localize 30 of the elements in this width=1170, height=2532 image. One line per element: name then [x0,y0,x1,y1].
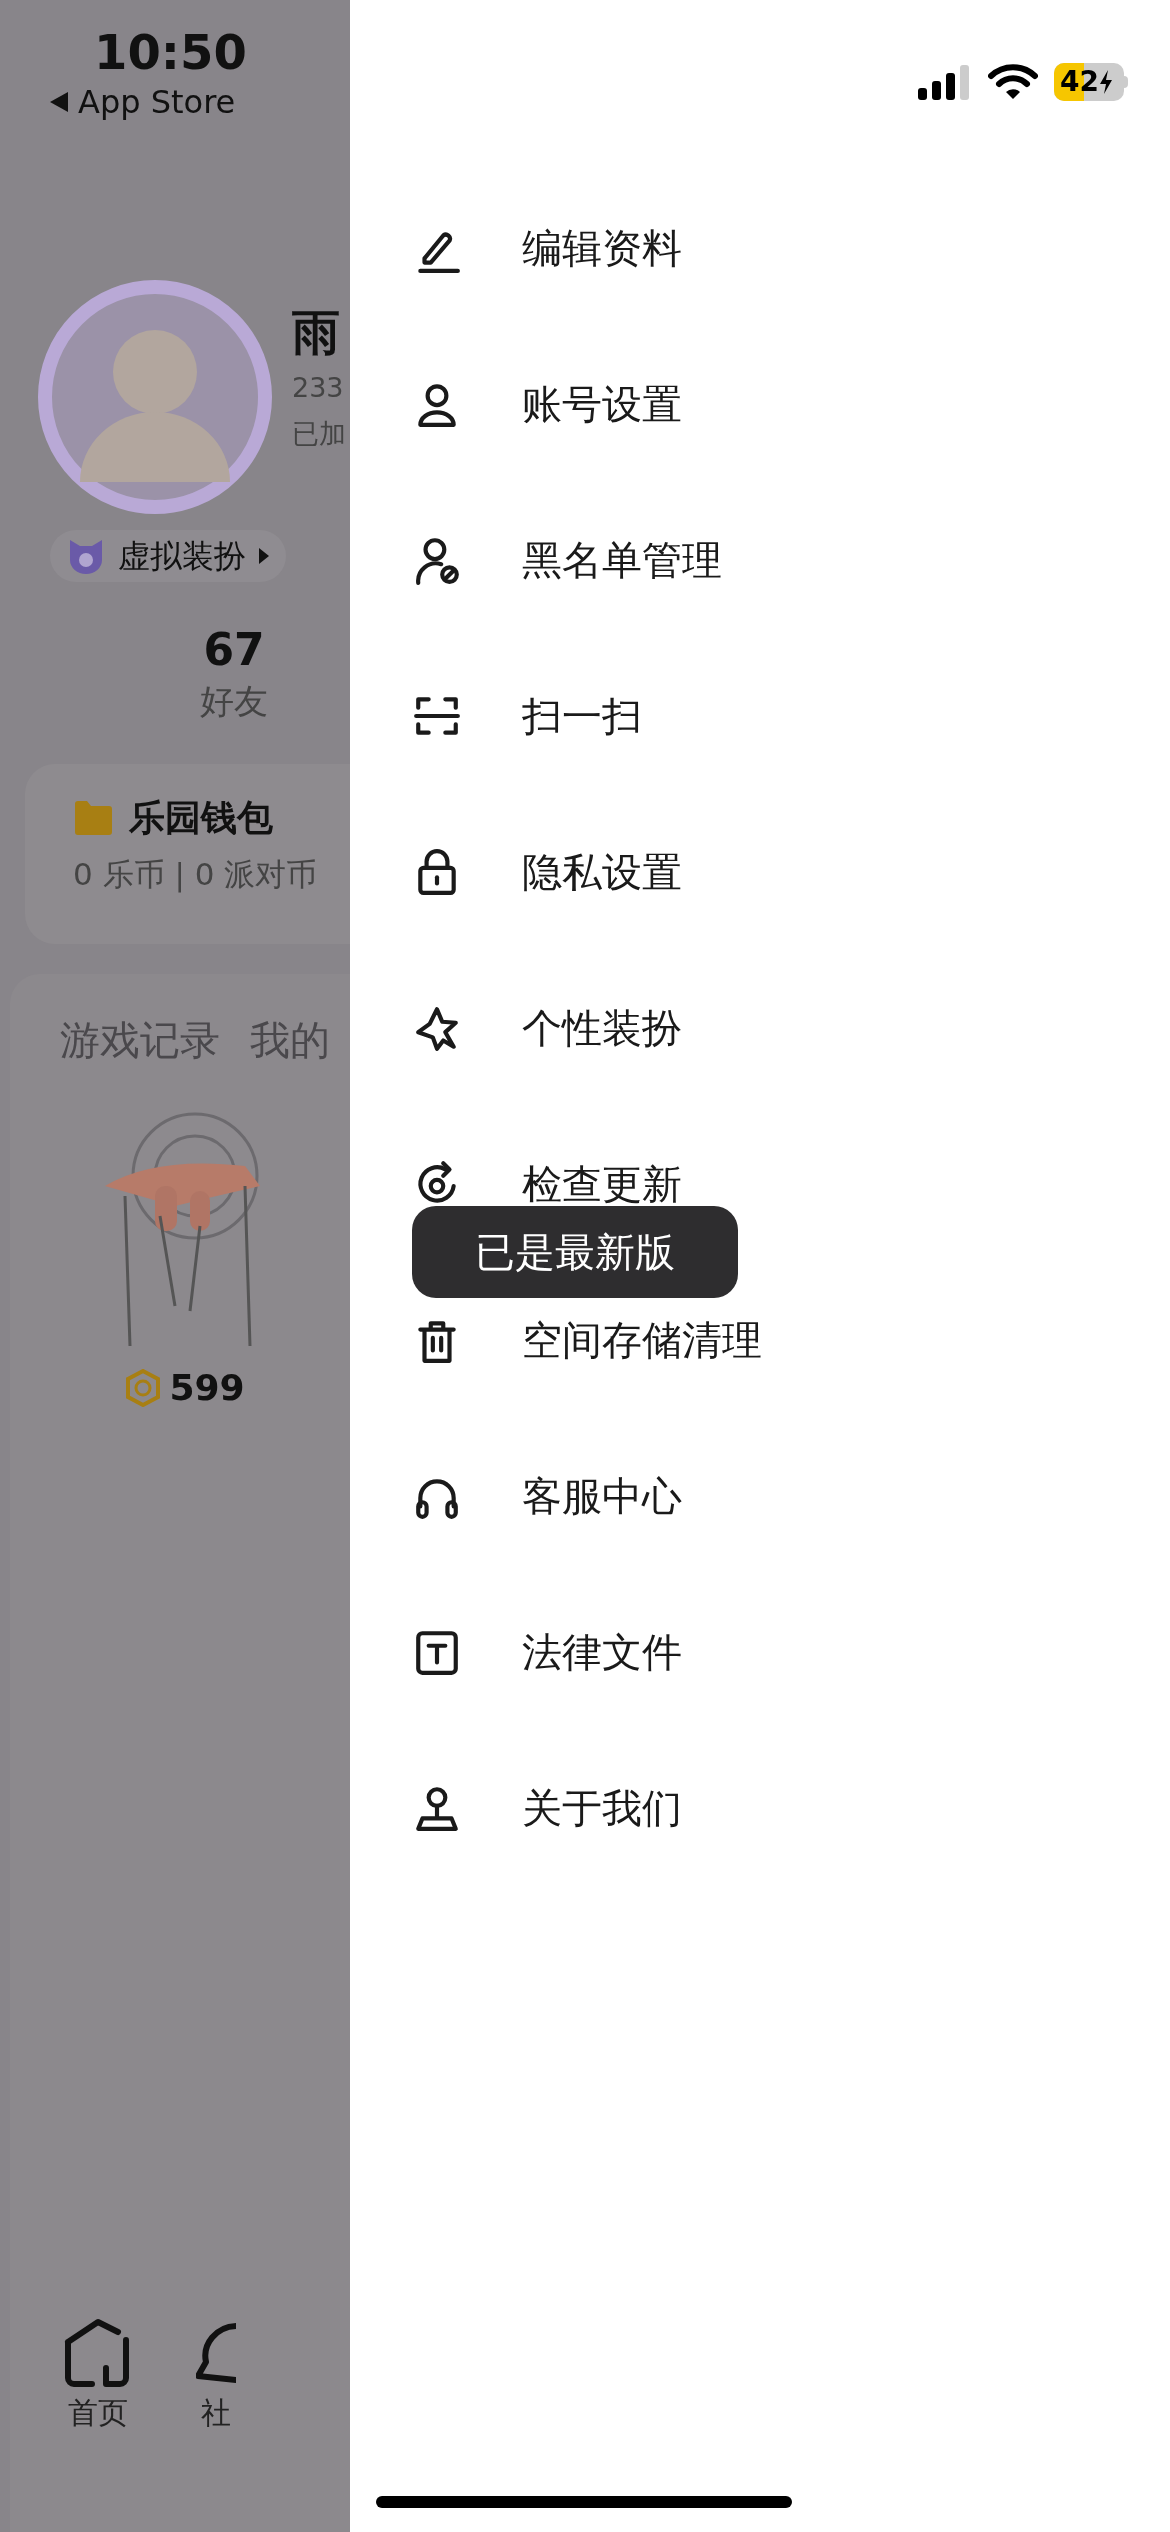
coin-icon [125,1369,162,1407]
menu-item[interactable]: 扫一扫 [412,638,1052,794]
menu-item[interactable]: 编辑资料 [412,170,1052,326]
signal-icon [918,64,972,100]
menu-item[interactable]: 个性装扮 [412,950,1052,1106]
nav-label[interactable]: 社 [201,2394,231,2432]
back-arrow-icon [48,90,70,114]
wallet-balance: 0 乐币 | 0 派对币 [73,855,319,894]
menu-item[interactable]: 客服中心 [412,1418,1052,1574]
status-time: 10:50 [94,23,247,82]
back-link[interactable]: App Store [48,82,236,122]
menu-item[interactable]: 黑名单管理 [412,482,1052,638]
stat-value: 67 [203,623,265,677]
caret-icon [258,547,270,565]
wallet-card[interactable]: 乐园钱包 0 乐币 | 0 派对币 [25,764,350,944]
game-price: 599 [169,1366,245,1410]
menu-item[interactable]: 法律文件 [412,1574,1052,1730]
user-name: 雨 [292,303,341,362]
nav-label[interactable]: 首页 [68,2394,128,2432]
stat-label: 好友 [200,680,268,723]
join-info: 已加 [292,417,346,451]
wifi-icon [988,64,1038,100]
user-id: 233 [292,371,345,405]
decoration-chip[interactable]: 虚拟装扮 [50,530,286,582]
menu-item[interactable]: 关于我们 [412,1730,1052,1886]
wallet-title: 乐园钱包 [129,796,273,840]
menu-item[interactable]: 隐私设置 [412,794,1052,950]
folder-icon [73,800,113,836]
toast: 已是最新版 [412,1206,738,1298]
menu-item[interactable]: 账号设置 [412,326,1052,482]
